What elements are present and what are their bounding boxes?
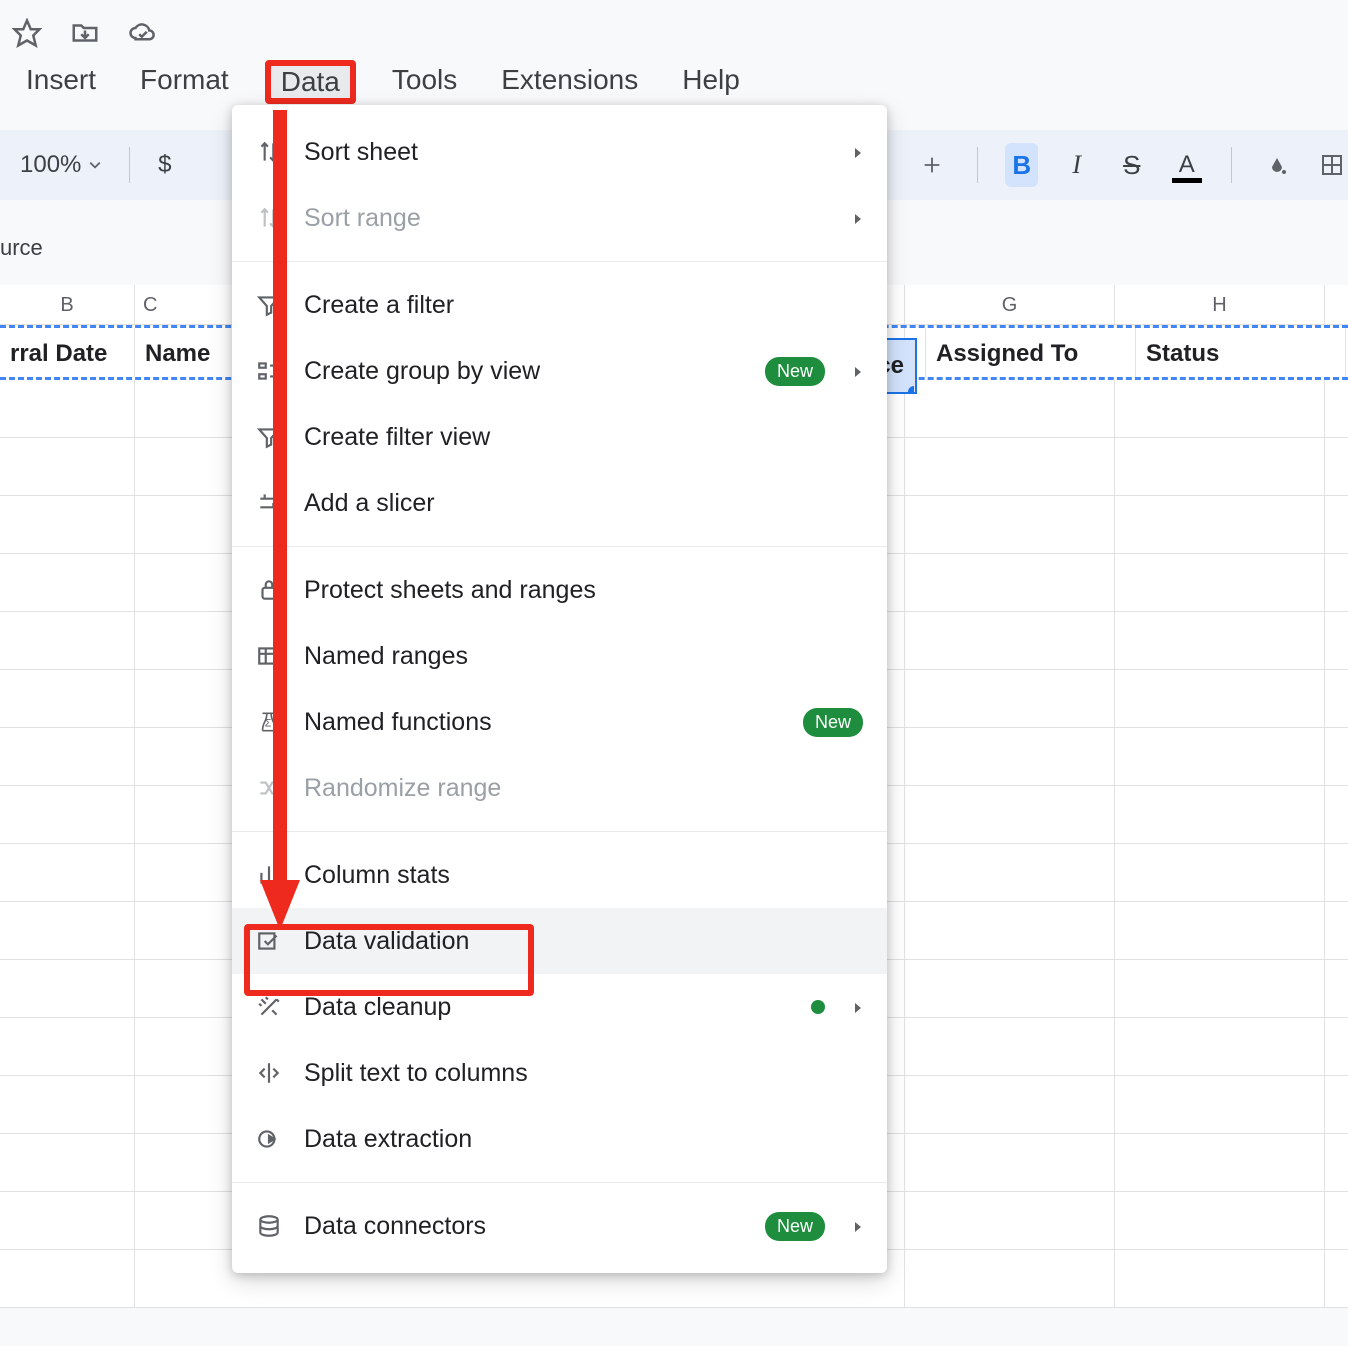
italic-button[interactable]: I [1060, 143, 1093, 187]
menu-item-label: Sort sheet [304, 138, 825, 167]
bold-button[interactable]: B [1005, 143, 1038, 187]
menu-item-filter[interactable]: Create a filter [232, 272, 887, 338]
sort-sheet-icon [256, 139, 282, 165]
menu-item-label: Data extraction [304, 1125, 863, 1154]
menu-item-split[interactable]: Split text to columns [232, 1040, 887, 1106]
group-view-icon [256, 358, 282, 384]
split-icon [256, 1060, 282, 1086]
cleanup-icon [256, 994, 282, 1020]
svg-text:Σ: Σ [265, 717, 272, 729]
move-to-icon[interactable] [70, 18, 100, 55]
zoom-value: 100% [20, 151, 81, 179]
connectors-icon [256, 1213, 282, 1239]
zoom-dropdown[interactable]: 100% [20, 151, 101, 179]
menu-item-extraction[interactable]: Data extraction [232, 1106, 887, 1172]
menu-item-label: Sort range [304, 204, 825, 233]
column-stats-icon [256, 862, 282, 888]
extraction-icon [256, 1126, 282, 1152]
menu-item-label: Named functions [304, 708, 781, 737]
menu-item-slicer[interactable]: Add a slicer [232, 470, 887, 536]
menu-item-connectors[interactable]: Data connectors New [232, 1193, 887, 1259]
fill-color-button[interactable] [1260, 143, 1293, 187]
menu-item-label: Add a slicer [304, 489, 863, 518]
menu-item-label: Named ranges [304, 642, 863, 671]
menu-item-label: Data validation [304, 927, 863, 956]
data-menu-dropdown: Sort sheet Sort range Create a filter Creat… [232, 105, 887, 1273]
menubar: Insert Format Data Tools Extensions Help [18, 60, 748, 104]
menu-item-label: Data cleanup [304, 993, 789, 1022]
menu-data[interactable]: Data [271, 60, 350, 103]
menu-item-protect[interactable]: Protect sheets and ranges [232, 557, 887, 623]
menu-item-named-functions[interactable]: Σ Named functions New [232, 689, 887, 755]
menu-item-label: Randomize range [304, 774, 863, 803]
filter-icon [256, 292, 282, 318]
menu-item-label: Create a filter [304, 291, 863, 320]
menu-item-group-view[interactable]: Create group by view New [232, 338, 887, 404]
new-badge: New [765, 1212, 825, 1241]
menu-insert[interactable]: Insert [18, 60, 104, 104]
menu-item-label: Data connectors [304, 1212, 743, 1241]
menu-tools[interactable]: Tools [384, 60, 465, 104]
cell-referral-date[interactable]: rral Date [0, 328, 135, 377]
slicer-icon [256, 490, 282, 516]
named-functions-icon: Σ [256, 709, 282, 735]
menu-item-sort-range: Sort range [232, 185, 887, 251]
menu-item-label: Split text to columns [304, 1059, 863, 1088]
status-dot [811, 1000, 825, 1014]
menu-item-label: Create filter view [304, 423, 863, 452]
new-badge: New [803, 708, 863, 737]
submenu-arrow-icon [853, 138, 863, 167]
star-icon[interactable] [12, 18, 42, 55]
cell-status[interactable]: Status [1136, 328, 1346, 377]
name-box-partial: urce [0, 235, 43, 261]
menu-item-label: Protect sheets and ranges [304, 576, 863, 605]
text-color-button[interactable]: A [1170, 143, 1203, 187]
menu-item-sort-sheet[interactable]: Sort sheet [232, 119, 887, 185]
submenu-arrow-icon [853, 357, 863, 386]
menu-extensions[interactable]: Extensions [493, 60, 646, 104]
protect-icon [256, 577, 282, 603]
menu-item-cleanup[interactable]: Data cleanup [232, 974, 887, 1040]
menu-item-label: Create group by view [304, 357, 743, 386]
menu-item-randomize: Randomize range [232, 755, 887, 821]
data-validation-icon [256, 928, 282, 954]
menu-item-data-validation[interactable]: Data validation [232, 908, 887, 974]
strikethrough-button[interactable]: S [1115, 143, 1148, 187]
new-badge: New [765, 357, 825, 386]
sort-range-icon [256, 205, 282, 231]
col-header-b[interactable]: B [0, 285, 135, 324]
col-header-h[interactable]: H [1115, 285, 1325, 324]
menu-item-named-ranges[interactable]: Named ranges [232, 623, 887, 689]
menu-data-highlight: Data [265, 60, 356, 104]
col-header-g[interactable]: G [905, 285, 1115, 324]
menu-item-column-stats[interactable]: Column stats [232, 842, 887, 908]
cloud-check-icon[interactable] [128, 18, 158, 55]
menu-item-filter-view[interactable]: Create filter view [232, 404, 887, 470]
randomize-icon [256, 775, 282, 801]
borders-button[interactable] [1315, 143, 1348, 187]
cell-assigned-to[interactable]: Assigned To [926, 328, 1136, 377]
menu-help[interactable]: Help [674, 60, 748, 104]
insert-button[interactable] [916, 143, 949, 187]
submenu-arrow-icon [853, 204, 863, 233]
submenu-arrow-icon [853, 993, 863, 1022]
currency-format[interactable]: $ [158, 151, 171, 179]
submenu-arrow-icon [853, 1212, 863, 1241]
named-ranges-icon [256, 643, 282, 669]
filter-view-icon [256, 424, 282, 450]
menu-format[interactable]: Format [132, 60, 237, 104]
menu-item-label: Column stats [304, 861, 863, 890]
